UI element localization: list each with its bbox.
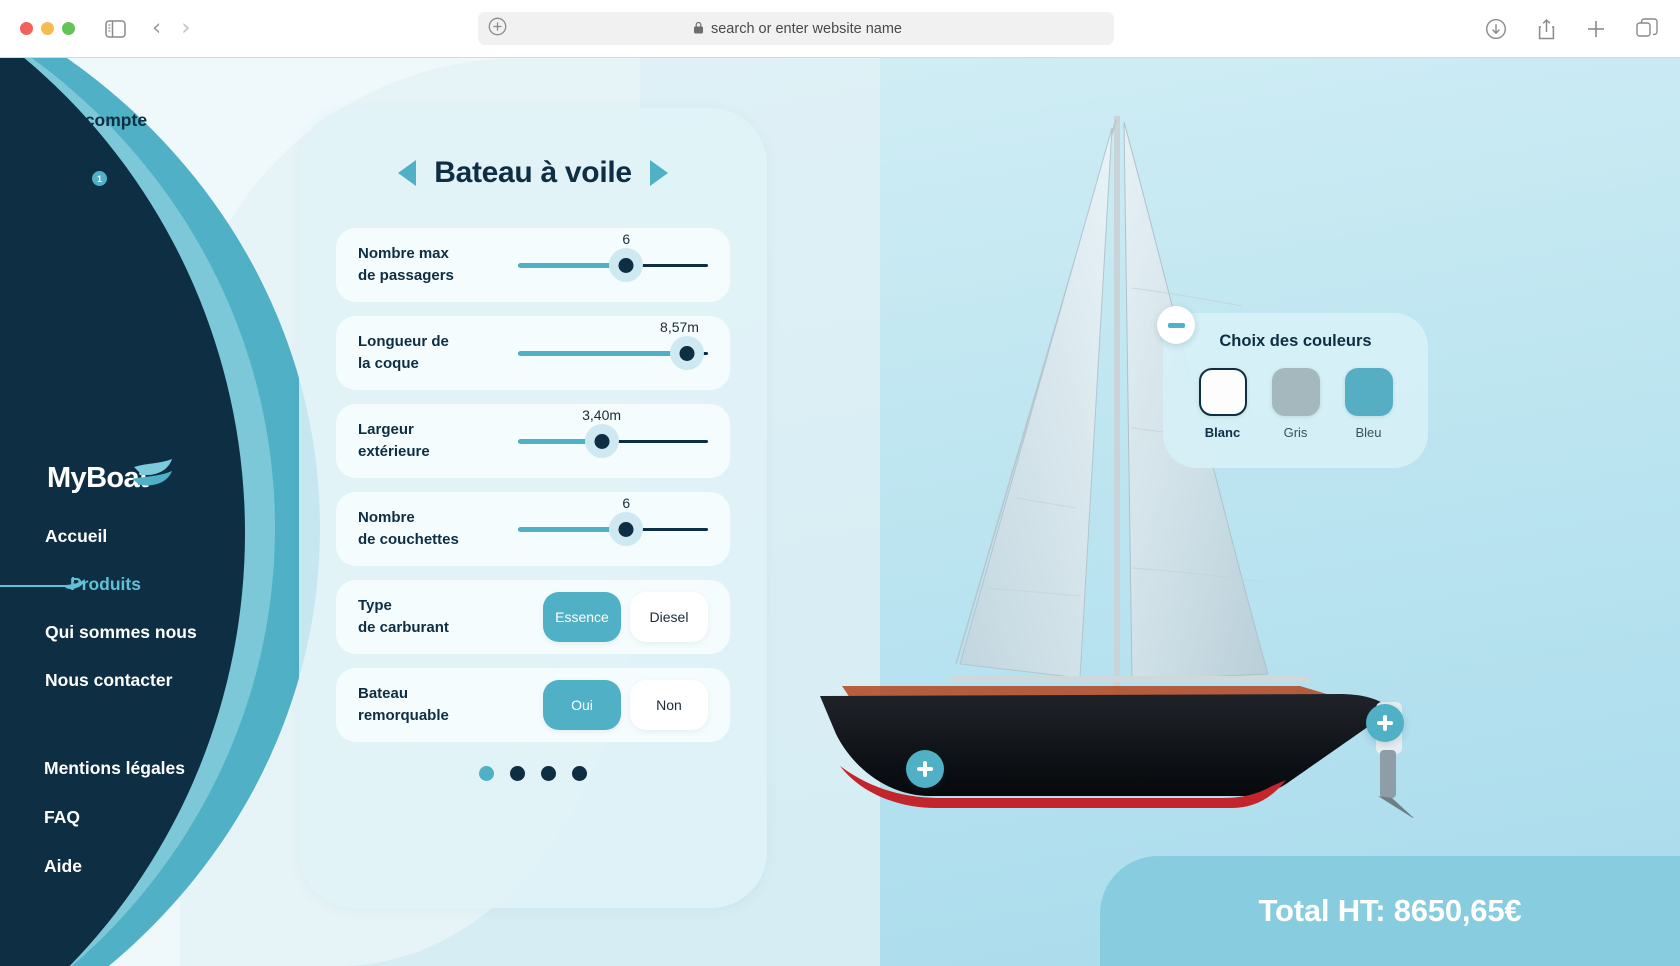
configurator-panel: Bateau à voile Nombre maxde passagers 6 (299, 108, 767, 908)
configurator-header: Bateau à voile (299, 156, 767, 190)
minimize-window-button[interactable] (41, 22, 54, 35)
active-indicator-line (0, 585, 70, 587)
swatch-chip[interactable] (1344, 368, 1393, 416)
forward-arrow-icon[interactable]: › (181, 17, 190, 40)
slider-thumb[interactable] (679, 346, 695, 361)
color-swatches: Blanc Gris Bleu (1163, 368, 1428, 440)
tabs-overview-icon[interactable] (1636, 18, 1658, 40)
option-rows: Nombre max de passagers 6 Longueur de la c… (299, 228, 767, 742)
slider-thumb[interactable] (594, 434, 610, 449)
link-mon-compte[interactable]: Mon compte (44, 110, 264, 131)
back-arrow-icon[interactable]: ‹ (152, 17, 161, 40)
main-navigation: Accueil Produits Qui sommes nous Nous co… (0, 526, 305, 718)
new-tab-icon[interactable] (1586, 19, 1606, 39)
carousel-dot-3[interactable] (541, 766, 556, 781)
stern-hotspot-button[interactable] (1366, 704, 1404, 742)
wave-icon (132, 458, 174, 493)
footer-link-mentions-legales[interactable]: Mentions légales (44, 758, 304, 779)
trailerable-option-oui[interactable]: Oui (543, 680, 621, 730)
segmented-control-fuel: Essence Diesel (543, 592, 708, 642)
nav-item-produits[interactable]: Produits (0, 574, 305, 596)
footer-navigation: Mentions légales FAQ Aide (44, 758, 304, 905)
account-links: Mon compte Panier 1 Rechercher (44, 110, 264, 257)
option-row-fuel-type: Type de carburant Essence Diesel (336, 580, 730, 654)
link-rechercher[interactable]: Rechercher (44, 208, 264, 229)
fuel-option-diesel[interactable]: Diesel (630, 592, 708, 642)
slider-exterior-width[interactable]: 3,40m (518, 407, 708, 471)
trailerable-option-non[interactable]: Non (630, 680, 708, 730)
plus-circle-icon[interactable] (488, 17, 507, 41)
slider-value: 6 (622, 495, 631, 511)
total-price-text: Total HT: 8650,65€ (1258, 893, 1522, 928)
option-label: Type de carburant (358, 597, 449, 636)
swatch-chip[interactable] (1271, 368, 1320, 416)
slider-value: 6 (622, 231, 631, 247)
option-row-exterior-width: Largeur extérieure 3,40m (336, 404, 730, 478)
option-row-hull-length: Longueur de la coque 8,57m (336, 316, 730, 390)
segmented-control-trailerable: Oui Non (543, 680, 708, 730)
total-price-bar: Total HT: 8650,65€ (1100, 856, 1680, 966)
option-row-trailerable: Bateau remorquable Oui Non (336, 668, 730, 742)
next-model-arrow-icon[interactable] (649, 160, 668, 186)
slider-value: 8,57m (660, 319, 699, 335)
browser-window: ‹ › search or enter website name Mon com… (0, 0, 1680, 966)
browser-toolbar: ‹ › search or enter website name (0, 0, 1680, 58)
cart-badge: 1 (92, 171, 107, 186)
link-panier[interactable]: Panier 1 (44, 159, 264, 186)
swatch-label: Blanc (1204, 425, 1241, 440)
carousel-dot-1[interactable] (479, 766, 494, 781)
footer-link-aide[interactable]: Aide (44, 856, 304, 877)
previous-model-arrow-icon[interactable] (398, 160, 417, 186)
nav-item-nous-contacter[interactable]: Nous contacter (45, 670, 305, 691)
collapse-color-panel-button[interactable] (1157, 306, 1195, 344)
hull-hotspot-button[interactable] (906, 750, 944, 788)
slider-value: 3,40m (582, 407, 622, 423)
option-row-berths: Nombre de couchettes 6 (336, 492, 730, 566)
color-swatch-gris[interactable]: Gris (1271, 368, 1320, 440)
option-label: Nombre max de passagers (358, 245, 454, 284)
address-bar-placeholder: search or enter website name (710, 20, 902, 37)
share-icon[interactable] (1537, 18, 1556, 41)
option-label: Bateau remorquable (358, 685, 449, 724)
navigation-arrows: ‹ › (152, 17, 190, 40)
slider-hull-length[interactable]: 8,57m (518, 319, 708, 383)
carousel-dot-2[interactable] (510, 766, 525, 781)
color-swatch-blanc[interactable]: Blanc (1198, 368, 1247, 440)
footer-link-faq[interactable]: FAQ (44, 807, 304, 828)
window-controls (20, 22, 75, 35)
color-swatch-bleu[interactable]: Bleu (1344, 368, 1393, 440)
nav-item-qui-sommes-nous[interactable]: Qui sommes nous (45, 622, 305, 643)
carousel-pagination (299, 766, 767, 781)
swatch-label: Bleu (1355, 425, 1382, 440)
address-bar-text[interactable]: search or enter website name (507, 21, 1088, 37)
toolbar-right-actions (1485, 0, 1658, 58)
slider-thumb[interactable] (618, 258, 634, 273)
carousel-dot-4[interactable] (572, 766, 587, 781)
page-title: Bateau à voile (434, 156, 632, 189)
color-picker-panel: Choix des couleurs Blanc Gris Bleu (1163, 313, 1428, 468)
slider-berths[interactable]: 6 (518, 495, 708, 559)
lock-icon (693, 21, 704, 37)
slider-passengers[interactable]: 6 (518, 231, 708, 295)
sidebar-icon[interactable] (105, 19, 126, 38)
brand-logo[interactable]: MyBoat (47, 458, 174, 495)
option-label: Nombre de couchettes (358, 509, 459, 548)
nav-item-accueil[interactable]: Accueil (45, 526, 305, 547)
minus-icon (1167, 322, 1185, 328)
maximize-window-button[interactable] (62, 22, 75, 35)
fuel-option-essence[interactable]: Essence (543, 592, 621, 642)
option-label: Largeur extérieure (358, 421, 430, 460)
download-icon[interactable] (1485, 18, 1507, 40)
slider-fill (518, 350, 688, 356)
swatch-chip[interactable] (1198, 368, 1247, 416)
color-picker-title: Choix des couleurs (1219, 332, 1372, 350)
page-content: Mon compte Panier 1 Rechercher MyBoat Ac… (0, 58, 1680, 966)
boat-icon (62, 575, 86, 596)
address-bar[interactable]: search or enter website name (478, 12, 1114, 45)
swatch-label: Gris (1283, 425, 1308, 440)
close-window-button[interactable] (20, 22, 33, 35)
option-row-passengers: Nombre max de passagers 6 (336, 228, 730, 302)
slider-thumb[interactable] (618, 522, 634, 537)
option-label: Longueur de la coque (358, 333, 449, 372)
